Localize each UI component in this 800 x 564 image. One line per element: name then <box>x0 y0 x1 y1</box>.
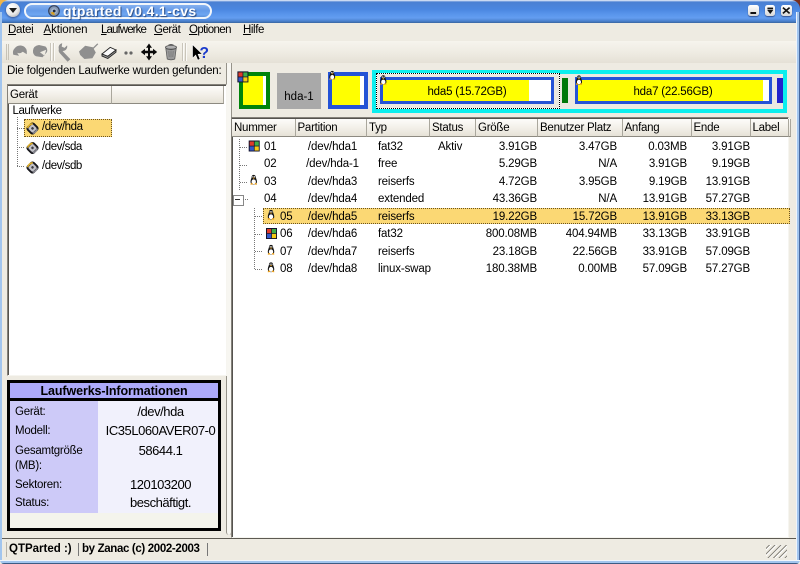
svg-text:?: ? <box>200 45 209 62</box>
